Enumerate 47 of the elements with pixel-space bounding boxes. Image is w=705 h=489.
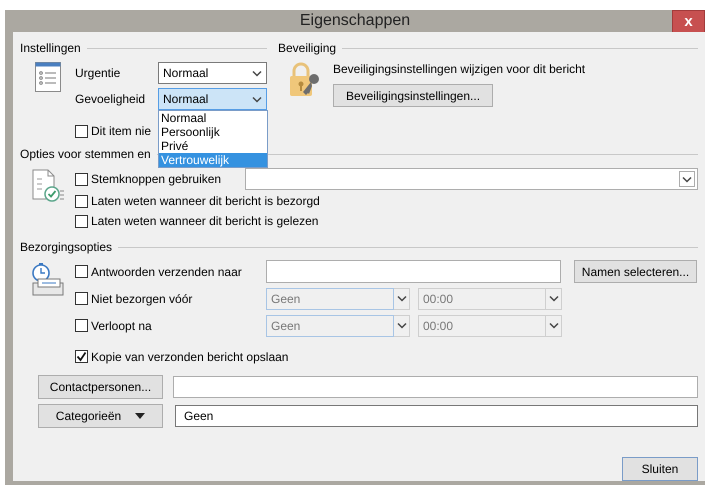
- dropdown-option[interactable]: Privé: [159, 139, 267, 153]
- checkbox[interactable]: [75, 265, 88, 278]
- input-field[interactable]: Geen: [175, 405, 698, 427]
- chevron-icon: [396, 295, 406, 302]
- checkbox-label: Laten weten wanneer dit bericht is gelezen: [91, 214, 318, 228]
- checkbox[interactable]: [75, 124, 88, 138]
- close-button[interactable]: x: [672, 10, 705, 33]
- checkbox-label: Niet bezorgen vóór: [91, 292, 194, 306]
- chevron-icon: [682, 176, 692, 182]
- chevron-icon: [396, 322, 406, 329]
- field-label: Gevoeligheid: [75, 92, 146, 106]
- lock-icon: [288, 62, 322, 98]
- security-settings-button[interactable]: Beveiligingsinstellingen...: [333, 84, 493, 107]
- clock-tray-icon: [30, 263, 66, 297]
- input-field[interactable]: [173, 376, 698, 398]
- dropdown-option[interactable]: Normaal: [159, 111, 267, 125]
- close-dialog-button[interactable]: Sluiten: [622, 457, 698, 481]
- document-check-icon: [32, 169, 65, 203]
- chevron-icon: [252, 96, 262, 102]
- dropdown-arrow-icon: [135, 413, 146, 419]
- chevron-icon: [548, 295, 558, 302]
- dropdown-option[interactable]: Persoonlijk: [159, 125, 267, 139]
- group-heading: Instellingen: [20, 41, 81, 55]
- input-field[interactable]: [266, 260, 561, 283]
- description-text: Beveiligingsinstellingen wijzigen voor dit bericht: [333, 62, 586, 76]
- categories-button[interactable]: Categorieën: [38, 404, 163, 428]
- group-heading: Bezorgingsopties: [20, 240, 112, 254]
- group-heading: Beveiliging: [278, 41, 336, 55]
- checkbox[interactable]: [75, 172, 88, 186]
- checkbox-label: Laten weten wanneer dit bericht is bezorgd: [91, 194, 320, 208]
- checkbox[interactable]: [75, 350, 88, 363]
- checkbox[interactable]: [75, 194, 88, 208]
- checkbox-label: Antwoorden verzenden naar: [91, 264, 243, 278]
- window-title: Eigenschappen: [300, 12, 410, 30]
- checkbox-label: Kopie van verzonden bericht opslaan: [91, 350, 288, 364]
- checkbox[interactable]: [75, 214, 88, 228]
- group-heading: Opties voor stemmen en: [20, 147, 151, 161]
- field-label: Urgentie: [75, 66, 122, 80]
- checkbox-label: Verloopt na: [91, 318, 153, 332]
- chevron-icon: [252, 70, 262, 76]
- dropdown[interactable]: Normaal: [158, 62, 267, 84]
- contacts-button[interactable]: Contactpersonen...: [38, 375, 163, 399]
- list-icon: [35, 62, 61, 92]
- select-names-button[interactable]: Namen selecteren...: [574, 260, 697, 283]
- checkbox-label: Stemknoppen gebruiken: [91, 172, 222, 186]
- chevron-icon: [548, 322, 558, 329]
- checkbox-label: Dit item nie: [91, 124, 152, 138]
